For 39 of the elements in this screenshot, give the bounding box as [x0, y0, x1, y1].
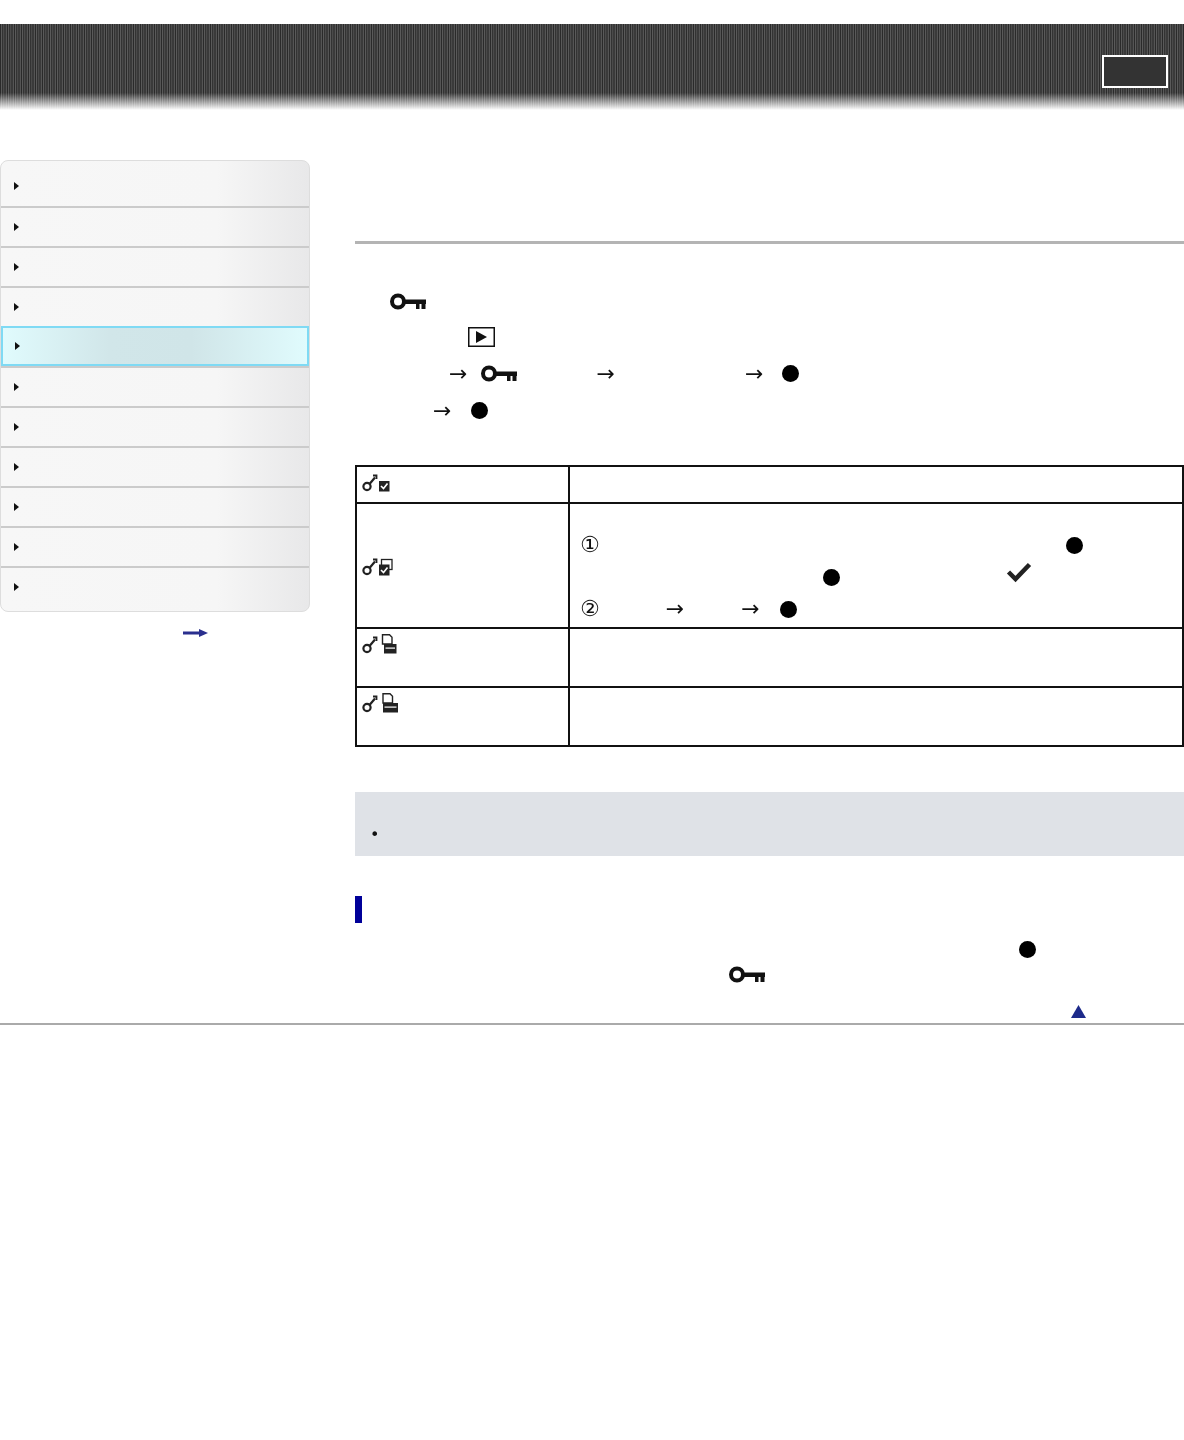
play-icon [468, 326, 495, 347]
heading-marker-icon [355, 896, 362, 923]
triangle-icon [14, 543, 19, 551]
triangle-icon [14, 383, 19, 391]
sidebar-item[interactable] [1, 326, 309, 366]
key-card-icon [362, 634, 397, 654]
triangle-icon [14, 423, 19, 431]
dot-icon [779, 600, 797, 618]
triangle-icon [14, 303, 19, 311]
arrow-sign: → [741, 598, 760, 620]
triangle-icon [14, 583, 19, 591]
triangle-icon [14, 182, 19, 190]
triangle-icon [14, 463, 19, 471]
arrow-sign: → [449, 362, 468, 385]
arrow-sign: → [596, 362, 615, 385]
header-button[interactable] [1102, 55, 1168, 88]
dot-icon [471, 402, 489, 419]
key-icon [729, 966, 765, 983]
check-icon [1006, 561, 1032, 583]
arrow-sign: → [665, 598, 685, 620]
list-bullet: • [370, 826, 380, 844]
triangle-icon [15, 342, 20, 350]
dot-icon [782, 365, 800, 382]
dot-icon [823, 568, 840, 586]
arrow-sign: → [744, 362, 764, 385]
key-checkbox-icon [362, 472, 390, 492]
arrow-right-icon[interactable] [183, 629, 208, 637]
key-icon [390, 293, 426, 310]
step-number: ① [580, 534, 600, 556]
triangle-icon [14, 223, 19, 231]
triangle-icon [14, 503, 19, 511]
triangle-icon [14, 263, 19, 271]
dot-icon [1065, 536, 1083, 554]
step-number: ② [580, 598, 600, 620]
dot-icon [1019, 941, 1036, 958]
triangle-up-icon[interactable] [1071, 1005, 1086, 1018]
arrow-sign: → [433, 399, 452, 422]
key-icon [481, 365, 518, 382]
key-card-icon [362, 693, 398, 713]
